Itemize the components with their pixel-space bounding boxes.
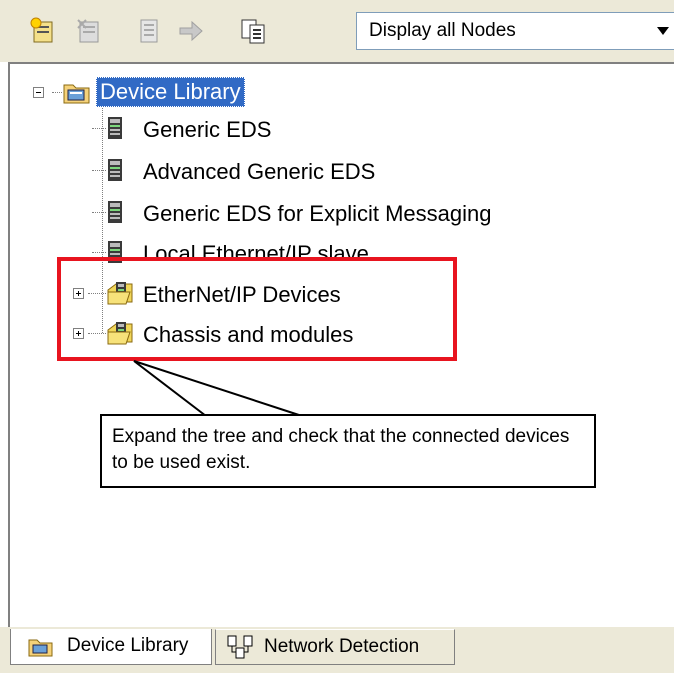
network-detection-icon bbox=[226, 634, 256, 672]
tab-network-detection-label: Network Detection bbox=[264, 636, 420, 657]
tab-device-library-label: Device Library bbox=[67, 635, 189, 656]
callout-pointer bbox=[133, 360, 303, 417]
library-folder-icon bbox=[27, 634, 55, 670]
tab-bar: Device Library Network Detection bbox=[0, 627, 674, 673]
tab-device-library[interactable]: Device Library bbox=[10, 629, 212, 665]
tab-network-detection[interactable]: Network Detection bbox=[215, 629, 455, 665]
callout-box: Expand the tree and check that the conne… bbox=[100, 414, 596, 488]
